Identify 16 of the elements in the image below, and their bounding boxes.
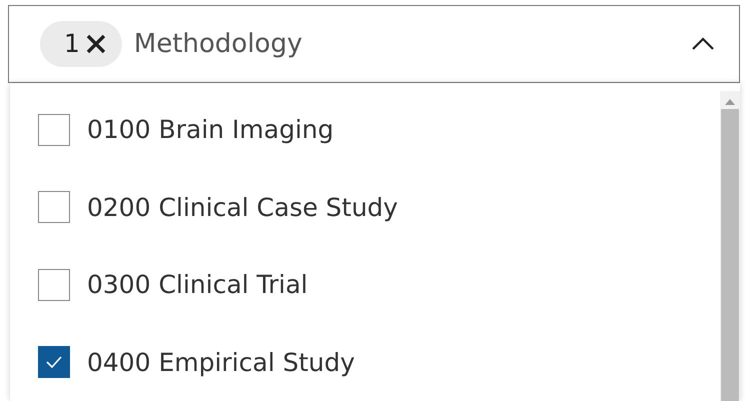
scroll-up-icon[interactable]	[725, 99, 735, 105]
close-icon	[86, 34, 106, 54]
option-item[interactable]: 0400 Empirical Study	[38, 324, 398, 401]
scrollbar-thumb[interactable]	[721, 109, 739, 401]
checkbox[interactable]	[38, 114, 70, 146]
checkbox[interactable]	[38, 268, 70, 301]
scrollbar[interactable]	[720, 91, 740, 401]
checkbox[interactable]	[38, 191, 70, 224]
check-icon	[46, 356, 62, 368]
filter-dropdown[interactable]: 1 Methodology	[8, 5, 740, 83]
checkbox[interactable]	[38, 346, 70, 378]
filter-label: Methodology	[134, 28, 302, 60]
option-item[interactable]: 0300 Clinical Trial	[38, 246, 398, 324]
option-item[interactable]: 0100 Brain Imaging	[38, 91, 398, 168]
clear-selection-chip[interactable]: 1	[40, 21, 122, 67]
option-item[interactable]: 0200 Clinical Case Study	[38, 168, 398, 246]
